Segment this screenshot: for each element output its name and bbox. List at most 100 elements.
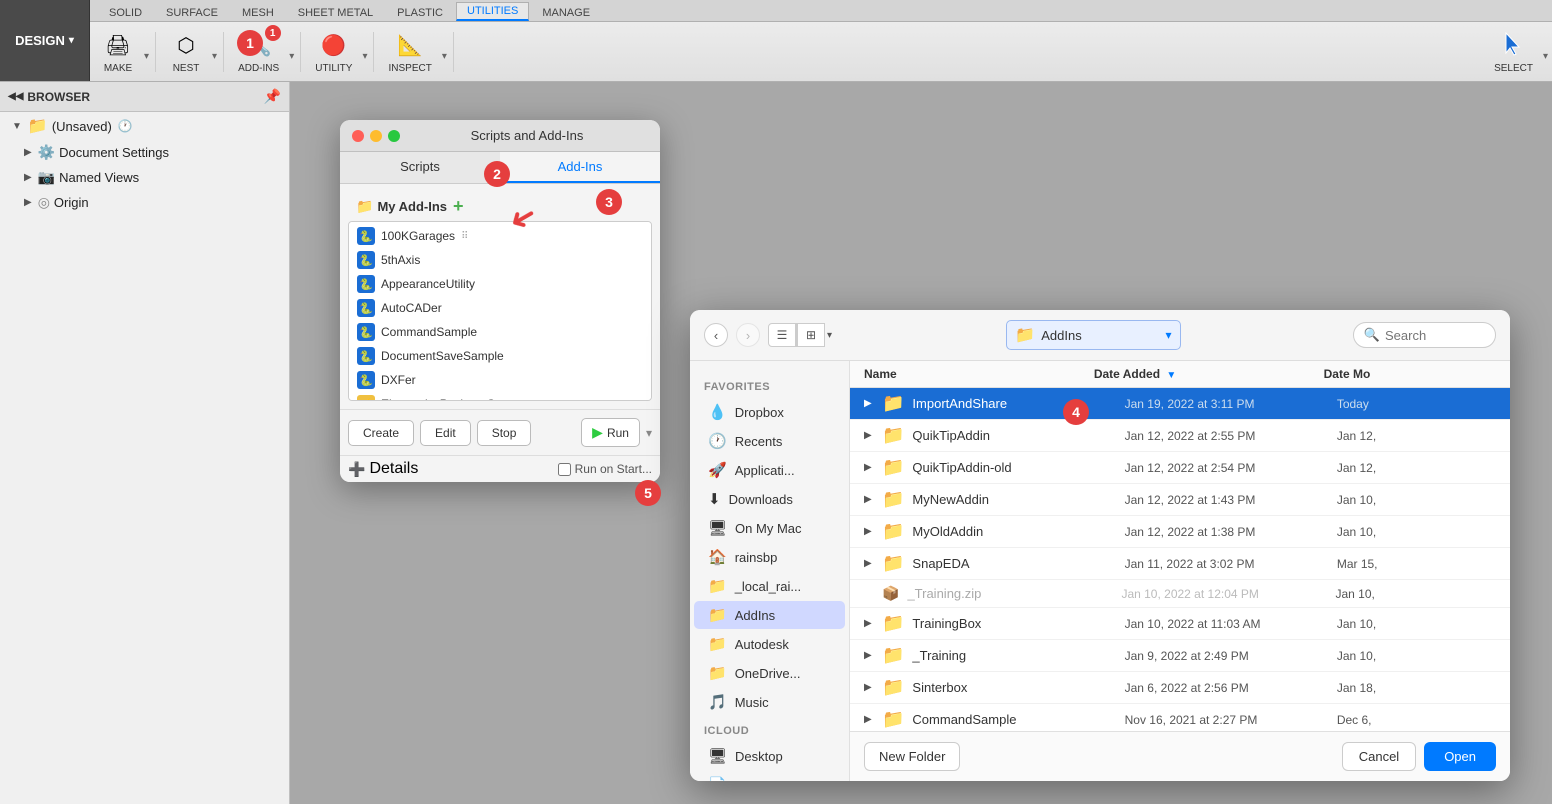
folder-icon-0: 📁 <box>882 393 904 414</box>
addin-item-2[interactable]: 🐍 AppearanceUtility <box>349 272 651 296</box>
stop-button[interactable]: Stop <box>477 420 532 446</box>
sidebar-addins[interactable]: 📁 AddIns <box>694 601 845 629</box>
sidebar-item-info-icon[interactable]: 🕐 <box>118 119 133 133</box>
nav-forward-button[interactable]: › <box>736 323 760 347</box>
cancel-button[interactable]: Cancel <box>1342 742 1416 771</box>
create-button[interactable]: Create <box>348 420 414 446</box>
sidebar-item-unsaved[interactable]: ▼ 📁 (Unsaved) 🕐 <box>0 112 289 140</box>
tab-mesh[interactable]: MESH <box>231 4 285 21</box>
tab-manage[interactable]: MANAGE <box>531 4 601 21</box>
folder-icon-4: 📁 <box>882 521 904 542</box>
nav-back-button[interactable]: ‹ <box>704 323 728 347</box>
addin-name-7: ElectronicsPackageGenera... <box>381 397 536 401</box>
sidebar-pin-icon[interactable]: 📌 <box>264 88 281 105</box>
addin-name-6: DXFer <box>381 373 416 387</box>
run-on-startup-checkbox[interactable] <box>558 463 571 476</box>
edit-button[interactable]: Edit <box>420 420 471 446</box>
dialog-body: 📁 My Add-Ins + 🐍 100KGarages ⠿ 🐍 5thAxis… <box>340 184 660 409</box>
sidebar-music[interactable]: 🎵 Music <box>694 688 845 716</box>
onedrive-label: OneDrive... <box>735 666 801 681</box>
music-icon: 🎵 <box>708 693 727 711</box>
step-badge-4: 4 <box>1063 399 1089 425</box>
sidebar-item-document-settings[interactable]: ▶ ⚙️ Document Settings <box>0 140 289 165</box>
sidebar-item-origin[interactable]: ▶ ◎ Origin <box>0 190 289 215</box>
search-box[interactable]: 🔍 <box>1353 322 1496 348</box>
search-input[interactable] <box>1385 328 1485 343</box>
addin-name-2: AppearanceUtility <box>381 277 475 291</box>
traffic-light-expand[interactable] <box>388 130 400 142</box>
addin-item-4[interactable]: 🐍 CommandSample <box>349 320 651 344</box>
run-button[interactable]: ▶ Run <box>581 418 640 447</box>
sidebar-documents[interactable]: 📄 Documents <box>694 771 845 781</box>
addin-item-3[interactable]: 🐍 AutoCADer <box>349 296 651 320</box>
dialog-tab-scripts[interactable]: Scripts <box>340 152 500 183</box>
file-row-0[interactable]: ▶ 📁 ImportAndShare Jan 19, 2022 at 3:11 … <box>850 388 1510 420</box>
file-row-10[interactable]: ▶ 📁 CommandSample Nov 16, 2021 at 2:27 P… <box>850 704 1510 731</box>
file-row-4[interactable]: ▶ 📁 MyOldAddin Jan 12, 2022 at 1:38 PM J… <box>850 516 1510 548</box>
sidebar-desktop[interactable]: 🖥 Desktop <box>694 742 845 770</box>
file-datemod-4: Jan 10, <box>1337 525 1496 539</box>
list-view-button[interactable]: ☰ <box>768 323 796 347</box>
make-button[interactable]: 🖨 MAKE <box>94 25 142 78</box>
file-list: ▶ 📁 ImportAndShare Jan 19, 2022 at 3:11 … <box>850 388 1510 731</box>
dialog-titlebar: Scripts and Add-Ins <box>340 120 660 152</box>
folder-icon-2: 📁 <box>882 457 904 478</box>
nest-label: NEST <box>173 63 200 74</box>
addin-item-0[interactable]: 🐍 100KGarages ⠿ <box>349 224 651 248</box>
sidebar-dropbox[interactable]: 💧 Dropbox <box>694 398 845 426</box>
tab-surface[interactable]: SURFACE <box>155 4 229 21</box>
sidebar-on-my-mac[interactable]: 🖥 On My Mac <box>694 514 845 542</box>
file-row-1[interactable]: ▶ 📁 QuikTipAddin Jan 12, 2022 at 2:55 PM… <box>850 420 1510 452</box>
utility-button[interactable]: 🔴 UTILITY <box>307 25 360 78</box>
sidebar-item-named-views[interactable]: ▶ 📷 Named Views <box>0 165 289 190</box>
file-row-2[interactable]: ▶ 📁 QuikTipAddin-old Jan 12, 2022 at 2:5… <box>850 452 1510 484</box>
tab-utilities[interactable]: UTILITIES <box>456 2 529 21</box>
addin-item-1[interactable]: 🐍 5thAxis <box>349 248 651 272</box>
design-menu-button[interactable]: DESIGN ▾ <box>0 0 90 81</box>
col-date-added[interactable]: Date Added ▼ <box>1094 367 1324 381</box>
details-plus-icon[interactable]: ➕ <box>348 461 365 478</box>
file-row-7[interactable]: ▶ 📁 TrainingBox Jan 10, 2022 at 11:03 AM… <box>850 608 1510 640</box>
file-row-5[interactable]: ▶ 📁 SnapEDA Jan 11, 2022 at 3:02 PM Mar … <box>850 548 1510 580</box>
file-row-8[interactable]: ▶ 📁 _Training Jan 9, 2022 at 2:49 PM Jan… <box>850 640 1510 672</box>
addin-item-5[interactable]: 🐍 DocumentSaveSample <box>349 344 651 368</box>
sidebar-recents[interactable]: 🕐 Recents <box>694 427 845 455</box>
tab-sheet-metal[interactable]: SHEET METAL <box>287 4 384 21</box>
sidebar-toggle[interactable]: ◀◀ <box>8 91 23 102</box>
sidebar-item-label-unsaved: (Unsaved) <box>52 119 112 134</box>
sidebar-item-arrow: ▼ <box>12 121 22 132</box>
location-dropdown-arrow[interactable]: ▾ <box>1166 328 1172 342</box>
location-box[interactable]: 📁 AddIns ▾ <box>1006 320 1180 350</box>
file-row-9[interactable]: ▶ 📁 Sinterbox Jan 6, 2022 at 2:56 PM Jan… <box>850 672 1510 704</box>
dialog-tab-addins[interactable]: Add-Ins <box>500 152 660 183</box>
dropbox-label: Dropbox <box>735 405 784 420</box>
select-button[interactable]: SELECT <box>1486 25 1541 78</box>
tab-plastic[interactable]: PLASTIC <box>386 4 454 21</box>
file-row-6[interactable]: 📦 _Training.zip Jan 10, 2022 at 12:04 PM… <box>850 580 1510 608</box>
traffic-light-minimize[interactable] <box>370 130 382 142</box>
file-date-9: Jan 6, 2022 at 2:56 PM <box>1125 681 1337 695</box>
sidebar-local-rai[interactable]: 📁 _local_rai... <box>694 572 845 600</box>
col-date-mod[interactable]: Date Mo <box>1324 367 1496 381</box>
grid-view-button[interactable]: ⊞ <box>797 323 825 347</box>
sidebar-onedrive[interactable]: 📁 OneDrive... <box>694 659 845 687</box>
on-my-mac-label: On My Mac <box>735 521 801 536</box>
addin-item-7[interactable]: ⚡ ElectronicsPackageGenera... <box>349 392 651 401</box>
file-datemod-10: Dec 6, <box>1337 713 1496 727</box>
view-dropdown-arrow[interactable]: ▾ <box>825 323 834 347</box>
nest-button[interactable]: ⬡ NEST <box>162 25 210 78</box>
open-button[interactable]: Open <box>1424 742 1496 771</box>
run-dropdown-arrow[interactable]: ▾ <box>646 426 652 440</box>
sidebar-downloads[interactable]: ⬇ Downloads <box>694 485 845 513</box>
traffic-light-close[interactable] <box>352 130 364 142</box>
inspect-button[interactable]: 📐 INSPECT <box>380 25 439 78</box>
sidebar-autodesk[interactable]: 📁 Autodesk <box>694 630 845 658</box>
new-folder-button[interactable]: New Folder <box>864 742 960 771</box>
sidebar-applications[interactable]: 🚀 Applicati... <box>694 456 845 484</box>
addin-item-6[interactable]: 🐍 DXFer <box>349 368 651 392</box>
col-name[interactable]: Name <box>864 367 1094 381</box>
file-row-3[interactable]: ▶ 📁 MyNewAddin Jan 12, 2022 at 1:43 PM J… <box>850 484 1510 516</box>
sidebar-rainsbp[interactable]: 🏠 rainsbp <box>694 543 845 571</box>
add-addin-button[interactable]: + <box>453 196 464 217</box>
tab-solid[interactable]: SOLID <box>98 4 153 21</box>
